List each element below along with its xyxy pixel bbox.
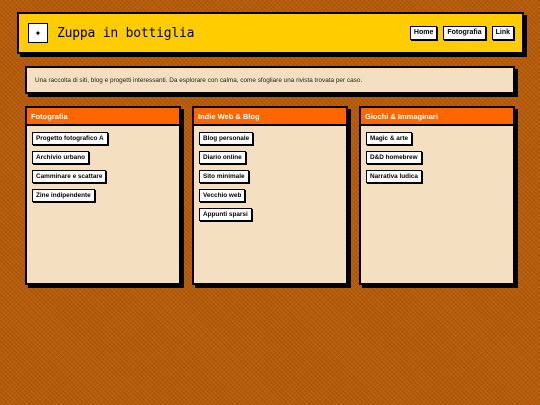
intro-text: Una raccolta di siti, blog e progetti in… <box>35 77 363 84</box>
link-item[interactable]: Sito minimale <box>199 170 249 183</box>
link-item[interactable]: Camminare e scattare <box>32 170 107 183</box>
section-title: Fotografia <box>27 108 179 126</box>
link-item[interactable]: Diario online <box>199 151 246 164</box>
link-list: Magic & arte D&D homebrew Narrativa ludi… <box>361 126 513 189</box>
link-item[interactable]: Progetto fotografico A <box>32 132 108 145</box>
link-item[interactable]: Blog personale <box>199 132 254 145</box>
link-item[interactable]: Archivio urbano <box>32 151 90 164</box>
nav-link-fotografia[interactable]: Fotografia <box>443 26 486 40</box>
logo-icon[interactable]: ✦ <box>28 23 48 43</box>
section-title: Indie Web & Blog <box>194 108 346 126</box>
link-item[interactable]: Narrativa ludica <box>366 170 422 183</box>
site-header: ✦ Zuppa in bottiglia Home Fotografia Lin… <box>17 12 524 54</box>
link-item[interactable]: Appunti sparsi <box>199 208 252 221</box>
section-card-fotografia: Fotografia Progetto fotografico A Archiv… <box>25 106 181 285</box>
intro-box: Una raccolta di siti, blog e progetti in… <box>25 66 515 94</box>
section-card-indie-web: Indie Web & Blog Blog personale Diario o… <box>192 106 348 285</box>
link-item[interactable]: Zine indipendente <box>32 189 95 202</box>
section-title: Giochi & Immaginari <box>361 108 513 126</box>
main-nav: Home Fotografia Link <box>409 26 514 40</box>
link-list: Progetto fotografico A Archivio urbano C… <box>27 126 179 208</box>
link-list: Blog personale Diario online Sito minima… <box>194 126 346 227</box>
brand: ✦ Zuppa in bottiglia <box>28 23 194 43</box>
link-item[interactable]: Vecchio web <box>199 189 246 202</box>
section-card-giochi: Giochi & Immaginari Magic & arte D&D hom… <box>359 106 515 285</box>
link-item[interactable]: Magic & arte <box>366 132 413 145</box>
site-title: Zuppa in bottiglia <box>57 25 195 41</box>
link-item[interactable]: D&D homebrew <box>366 151 422 164</box>
nav-link-link[interactable]: Link <box>491 26 514 40</box>
nav-link-home[interactable]: Home <box>409 26 438 40</box>
